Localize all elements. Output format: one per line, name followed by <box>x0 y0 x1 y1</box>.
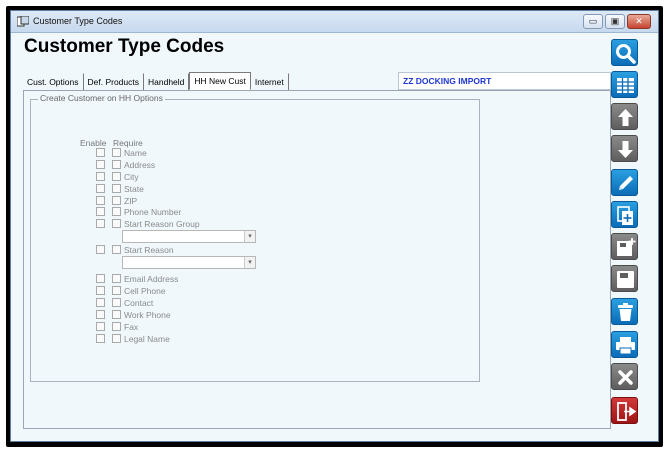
new-record-icon <box>617 238 636 256</box>
exit-button[interactable] <box>611 397 638 424</box>
require-legal-name-checkbox[interactable] <box>112 334 121 343</box>
chevron-down-icon[interactable]: ▾ <box>244 257 255 268</box>
enable-contact-checkbox[interactable] <box>96 298 105 307</box>
enable-zip-checkbox[interactable] <box>96 196 105 205</box>
enable-work-phone-checkbox[interactable] <box>96 310 105 319</box>
save-icon <box>617 271 634 288</box>
require-fax-checkbox[interactable] <box>112 322 121 331</box>
copy-icon <box>617 206 633 225</box>
window-title: Customer Type Codes <box>33 16 123 26</box>
move-down-button[interactable] <box>611 135 638 162</box>
groupbox-legend: Create Customer on HH Options <box>38 93 165 103</box>
close-button[interactable]: ✕ <box>627 14 651 29</box>
enable-city-checkbox[interactable] <box>96 172 105 181</box>
arrow-up-icon <box>618 109 633 126</box>
require-name-checkbox[interactable] <box>112 148 121 157</box>
enable-column-header: Enable <box>80 138 107 148</box>
require-address-checkbox[interactable] <box>112 160 121 169</box>
search-button[interactable] <box>611 39 638 66</box>
grid-icon <box>617 78 634 93</box>
require-state-checkbox[interactable] <box>112 184 121 193</box>
start-reason-label: Start Reason <box>124 245 174 255</box>
require-city-checkbox[interactable] <box>112 172 121 181</box>
enable-state-checkbox[interactable] <box>96 184 105 193</box>
arrow-down-icon <box>618 141 633 158</box>
enable-email-checkbox[interactable] <box>96 274 105 283</box>
enable-start-reason-group-checkbox[interactable] <box>96 219 105 228</box>
enable-cell-phone-checkbox[interactable] <box>96 286 105 295</box>
state-label: State <box>124 184 144 194</box>
tab-def-products[interactable]: Def. Products <box>84 73 144 90</box>
cancel-icon <box>618 370 633 385</box>
start-reason-group-dropdown[interactable]: ▾ <box>122 230 256 243</box>
zip-label: ZIP <box>124 196 138 206</box>
title-bar[interactable]: Customer Type Codes ▭ ▣ ✕ <box>11 11 658 33</box>
chevron-down-icon[interactable]: ▾ <box>244 231 255 242</box>
app-icon <box>17 16 29 27</box>
copy-button[interactable] <box>611 201 638 228</box>
contact-label: Contact <box>124 298 154 308</box>
enable-address-checkbox[interactable] <box>96 160 105 169</box>
address-label: Address <box>124 160 156 170</box>
print-button[interactable] <box>611 331 638 358</box>
require-contact-checkbox[interactable] <box>112 298 121 307</box>
city-label: City <box>124 172 139 182</box>
edit-icon <box>619 176 633 190</box>
delete-button[interactable] <box>611 298 638 325</box>
tab-cust-options[interactable]: Cust. Options <box>23 73 84 90</box>
name-label: Name <box>124 148 147 158</box>
fax-label: Fax <box>124 322 139 332</box>
delete-icon <box>618 303 633 321</box>
start-reason-group-label: Start Reason Group <box>124 219 200 229</box>
tab-handheld[interactable]: Handheld <box>144 73 190 90</box>
exit-icon <box>617 402 637 421</box>
minimize-button[interactable]: ▭ <box>583 14 603 29</box>
email-address-label: Email Address <box>124 274 179 284</box>
move-up-button[interactable] <box>611 103 638 130</box>
require-phone-checkbox[interactable] <box>112 207 121 216</box>
start-reason-dropdown[interactable]: ▾ <box>122 256 256 269</box>
require-email-checkbox[interactable] <box>112 274 121 283</box>
search-icon <box>616 44 636 64</box>
require-zip-checkbox[interactable] <box>112 196 121 205</box>
require-start-reason-checkbox[interactable] <box>112 245 121 254</box>
require-start-reason-group-checkbox[interactable] <box>112 219 121 228</box>
restore-button[interactable]: ▣ <box>605 14 625 29</box>
tab-hh-new-cust[interactable]: HH New Cust <box>189 72 251 90</box>
customer-type-banner: ZZ DOCKING IMPORT <box>398 72 611 90</box>
tab-bar: Cust. Options Def. Products Handheld HH … <box>23 72 289 91</box>
require-column-header: Require <box>113 138 143 148</box>
legal-name-label: Legal Name <box>124 334 170 344</box>
print-icon <box>616 337 635 355</box>
enable-phone-checkbox[interactable] <box>96 207 105 216</box>
require-cell-phone-checkbox[interactable] <box>112 286 121 295</box>
tab-internet[interactable]: Internet <box>251 73 289 90</box>
require-work-phone-checkbox[interactable] <box>112 310 121 319</box>
enable-fax-checkbox[interactable] <box>96 322 105 331</box>
new-record-button[interactable] <box>611 233 638 260</box>
enable-start-reason-checkbox[interactable] <box>96 245 105 254</box>
enable-name-checkbox[interactable] <box>96 148 105 157</box>
app-window: Customer Type Codes ▭ ▣ ✕ Customer Type … <box>10 10 659 442</box>
cell-phone-label: Cell Phone <box>124 286 166 296</box>
cancel-button[interactable] <box>611 363 638 390</box>
grid-view-button[interactable] <box>611 71 638 98</box>
enable-legal-name-checkbox[interactable] <box>96 334 105 343</box>
phone-number-label: Phone Number <box>124 207 182 217</box>
save-button[interactable] <box>611 265 638 292</box>
work-phone-label: Work Phone <box>124 310 171 320</box>
page-title: Customer Type Codes <box>24 36 225 57</box>
edit-button[interactable] <box>611 169 638 196</box>
